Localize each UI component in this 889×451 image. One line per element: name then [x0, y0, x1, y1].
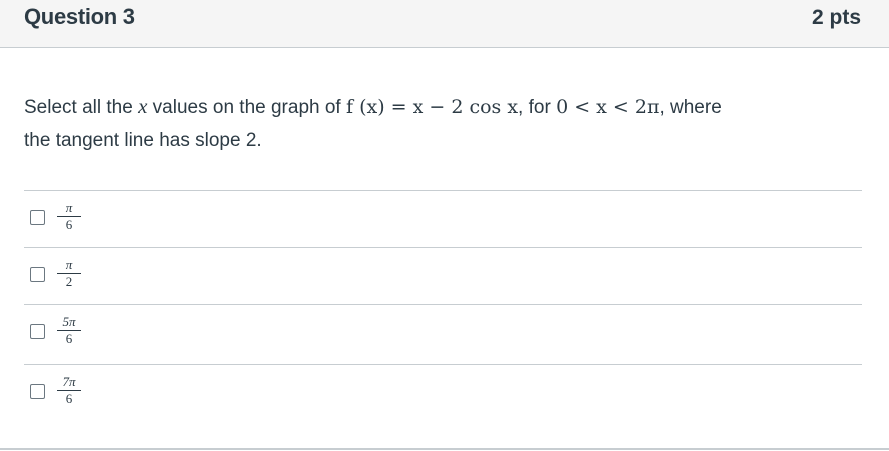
prompt-text: , for: [518, 97, 557, 118]
answer-fraction: π 6: [57, 201, 81, 232]
math-function: f (x) = x − 2 cos x: [346, 96, 519, 118]
fraction-numerator: 7π: [57, 375, 81, 391]
question-title: Question 3: [24, 4, 135, 29]
answer-checkbox[interactable]: [30, 210, 45, 225]
fraction-denominator: 6: [65, 217, 73, 232]
fraction-numerator: π: [57, 258, 81, 274]
answer-fraction: 5π 6: [57, 315, 81, 346]
answer-option[interactable]: 7π 6: [24, 365, 862, 421]
answer-fraction: π 2: [57, 258, 81, 289]
question-points: 2 pts: [811, 6, 861, 29]
answer-list: π 6 π 2 5π 6 7π 6: [24, 190, 862, 421]
answer-option[interactable]: 5π 6: [24, 305, 862, 365]
answer-option[interactable]: π 6: [24, 191, 862, 248]
prompt-text: the tangent line has slope 2.: [24, 130, 262, 151]
answer-checkbox[interactable]: [30, 384, 45, 399]
fraction-numerator: π: [57, 201, 81, 217]
math-interval: 0 < x < 2π: [556, 96, 660, 118]
answer-checkbox[interactable]: [30, 324, 45, 339]
answer-fraction: 7π 6: [57, 375, 81, 406]
answer-option[interactable]: π 2: [24, 248, 862, 305]
fraction-denominator: 6: [65, 391, 73, 406]
fraction-numerator: 5π: [57, 315, 81, 331]
math-variable: x: [138, 94, 148, 118]
prompt-text: Select all the: [24, 97, 139, 118]
question-header: Question 3 2 pts: [0, 0, 889, 48]
prompt-text: values on the graph of: [147, 97, 346, 118]
prompt-text: , where: [659, 97, 722, 118]
bottom-divider: [0, 448, 889, 450]
question-prompt: Select all the x values on the graph of …: [24, 90, 864, 157]
answer-checkbox[interactable]: [30, 267, 45, 282]
fraction-denominator: 6: [65, 331, 73, 346]
fraction-denominator: 2: [65, 274, 73, 289]
